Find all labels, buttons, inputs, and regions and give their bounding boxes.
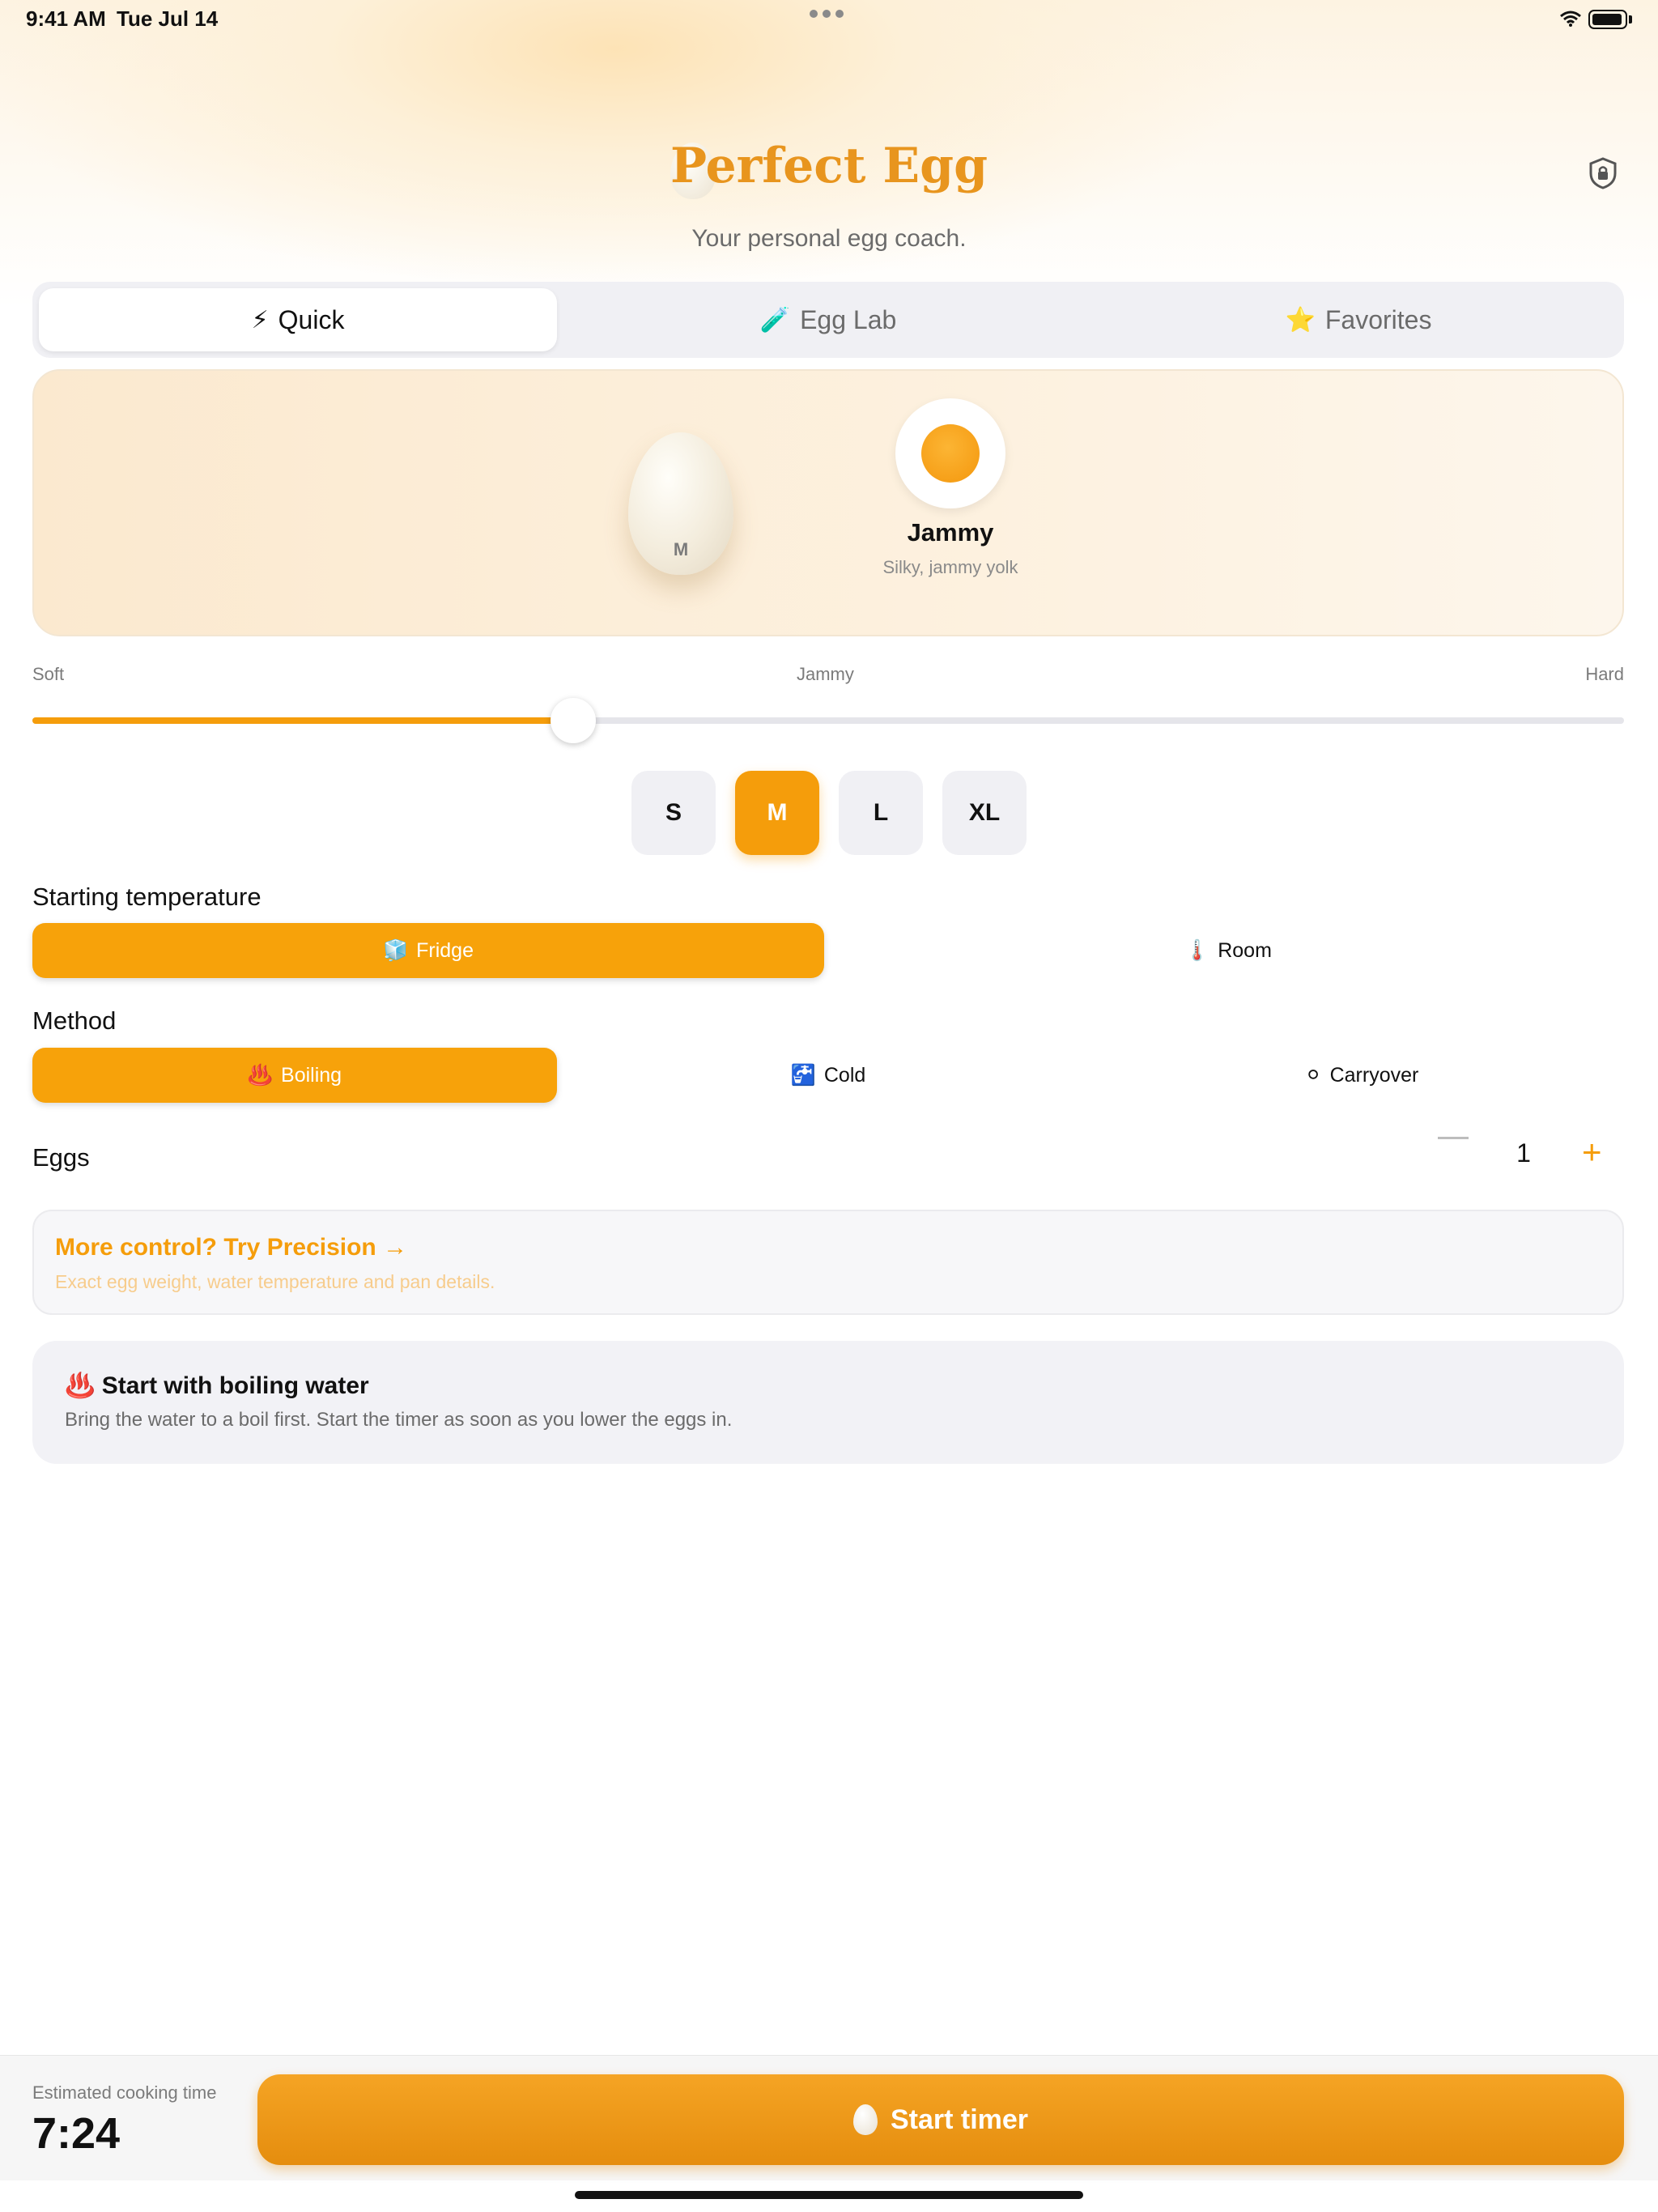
mode-tabs: ⚡ Quick 🧪 Egg Lab ⭐ Favorites: [32, 282, 1624, 358]
slider-label-jammy: Jammy: [797, 664, 854, 684]
egg-size-label: M: [673, 539, 689, 559]
estimated-time-label: Estimated cooking time: [32, 2082, 217, 2103]
option-label: Room: [1218, 938, 1272, 962]
star-icon: ⭐: [1285, 306, 1316, 334]
slider-label-hard: Hard: [1585, 664, 1624, 684]
hot-springs-icon: ♨️: [65, 1372, 96, 1399]
egg-size-selector: S M L XL: [631, 771, 1027, 855]
lightning-icon: ⚡: [251, 306, 269, 334]
tab-egg-lab[interactable]: 🧪 Egg Lab: [569, 288, 1087, 351]
doneness-description: Silky, jammy yolk: [882, 557, 1018, 577]
tab-quick[interactable]: ⚡ Quick: [39, 288, 557, 351]
option-label: Carryover: [1329, 1063, 1419, 1087]
test-tube-icon: 🧪: [759, 306, 791, 334]
size-button-xl[interactable]: XL: [942, 771, 1027, 855]
size-button-s[interactable]: S: [631, 771, 716, 855]
status-date: Tue Jul 14: [117, 6, 219, 31]
estimated-time-value: 7:24: [32, 2109, 121, 2158]
option-label: Boiling: [281, 1063, 342, 1087]
precision-promo-card[interactable]: [32, 1210, 1624, 1315]
start-timer-label: Start timer: [890, 2104, 1029, 2135]
eggs-count: 1: [1516, 1138, 1531, 1168]
home-indicator[interactable]: [575, 2191, 1083, 2199]
method-option-carryover[interactable]: ⚪ Carryover: [1099, 1048, 1624, 1103]
shield-lock-icon[interactable]: [1588, 157, 1618, 189]
starting-temperature-control: 🧊 Fridge 🌡️ Room: [32, 923, 1624, 978]
battery-tip: [1629, 15, 1632, 23]
fridge-icon: 🧊: [382, 938, 409, 962]
starting-temperature-label: Starting temperature: [32, 883, 261, 911]
precision-description: Exact egg weight, water temperature and …: [55, 1271, 495, 1292]
egg-icon: [852, 2104, 878, 2135]
egg-preview-card: [32, 369, 1624, 636]
info-title: ♨️ Start with boiling water: [65, 1372, 369, 1400]
tab-label: Egg Lab: [800, 304, 897, 334]
wifi-icon: [1560, 11, 1581, 27]
page-title: Perfect Egg: [670, 138, 988, 194]
method-option-boiling[interactable]: ♨️ Boiling: [32, 1048, 557, 1103]
info-description: Bring the water to a boil first. Start t…: [65, 1409, 733, 1431]
battery-icon: [1588, 10, 1627, 29]
eggs-increment-button[interactable]: +: [1582, 1135, 1602, 1169]
method-option-cold[interactable]: 🚰 Cold: [566, 1048, 1090, 1103]
tab-label: Favorites: [1324, 304, 1432, 334]
faucet-icon: 🚰: [790, 1063, 816, 1087]
doneness-slider-fill: [32, 717, 574, 724]
multitask-dots-icon[interactable]: [810, 10, 844, 18]
method-label: Method: [32, 1006, 117, 1035]
page-subtitle: Your personal egg coach.: [691, 225, 967, 252]
info-title-text: Start with boiling water: [101, 1372, 369, 1399]
thermometer-icon: 🌡️: [1184, 938, 1210, 962]
bubbles-icon: ⚪: [1304, 1064, 1322, 1087]
temp-option-room[interactable]: 🌡️ Room: [832, 923, 1624, 978]
tab-favorites[interactable]: ⭐ Favorites: [1099, 288, 1618, 351]
slider-label-soft: Soft: [32, 664, 65, 684]
start-timer-button[interactable]: Start timer: [257, 2074, 1624, 2165]
doneness-slider-thumb[interactable]: [551, 698, 597, 743]
yolk-icon: [921, 424, 980, 483]
option-label: Cold: [823, 1063, 866, 1087]
size-button-m[interactable]: M: [735, 771, 819, 855]
status-time: 9:41 AM: [26, 6, 106, 31]
temp-option-fridge[interactable]: 🧊 Fridge: [32, 923, 824, 978]
precision-link[interactable]: More control? Try Precision →: [55, 1234, 407, 1261]
option-label: Fridge: [416, 938, 474, 962]
size-button-l[interactable]: L: [839, 771, 923, 855]
tab-label: Quick: [278, 304, 345, 334]
eggs-label: Eggs: [32, 1143, 90, 1172]
method-info-card: [32, 1341, 1624, 1464]
method-control: ♨️ Boiling 🚰 Cold ⚪ Carryover: [32, 1048, 1624, 1103]
eggs-decrement-button[interactable]: [1438, 1137, 1469, 1139]
doneness-name: Jammy: [907, 518, 994, 547]
hot-springs-icon: ♨️: [247, 1063, 274, 1087]
